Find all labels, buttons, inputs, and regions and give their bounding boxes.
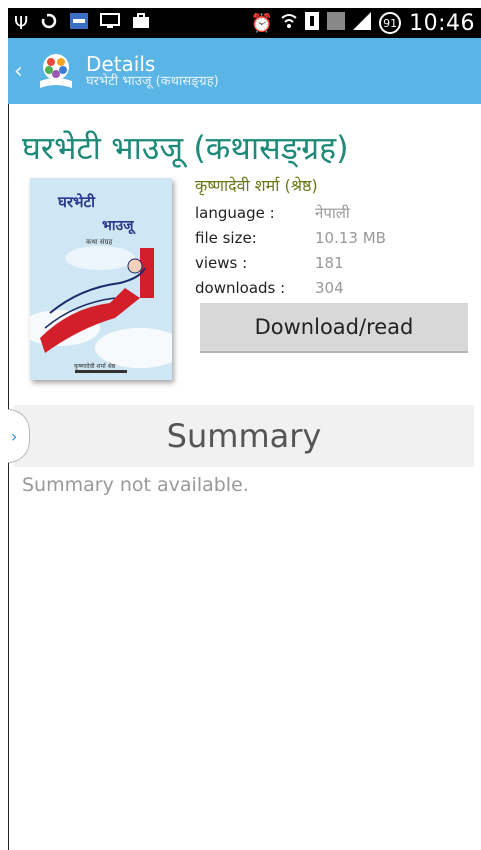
battery-icon: 91	[379, 12, 402, 34]
status-bar: Ψ ⏰ 91 10:46	[8, 8, 481, 38]
chevron-right-icon: ›	[11, 426, 18, 446]
screen-subtitle: घरभेटी भाउजू (कथासङ्ग्रह)	[86, 73, 219, 89]
meta-row-views: views : 181	[195, 250, 386, 275]
meta-label: language :	[195, 203, 275, 222]
sim-icon	[305, 11, 320, 35]
cover-subtitle: कथा संग्रह	[86, 238, 113, 246]
summary-heading: Summary	[166, 417, 322, 455]
data-icon	[327, 11, 346, 35]
meta-label: file size:	[195, 228, 257, 247]
book-meta: कृष्णादेवी शर्मा (श्रेष्ठ) language : ने…	[195, 174, 386, 300]
meta-value: नेपाली	[315, 203, 350, 222]
chevron-left-icon[interactable]: ‹	[14, 59, 28, 84]
screen-title: Details	[86, 51, 156, 76]
book-cover[interactable]: घरभेटी भाउजू कथा संग्रह कृष्णादेवी शर्मा…	[30, 178, 172, 380]
briefcase-icon	[132, 12, 150, 34]
cover-author: कृष्णादेवी शर्मा श्रेष्ठ	[74, 363, 116, 370]
summary-header[interactable]: Summary	[14, 405, 474, 467]
status-time: 10:46	[409, 10, 475, 36]
meta-label: downloads :	[195, 278, 286, 297]
cover-title-line2: भाउजू	[102, 218, 134, 234]
signal-icon	[353, 11, 372, 35]
book-author[interactable]: कृष्णादेवी शर्मा (श्रेष्ठ)	[195, 174, 386, 196]
monitor-icon	[100, 12, 121, 34]
book-title: घरभेटी भाउजू (कथासङ्ग्रह)	[22, 129, 349, 167]
meta-row-file-size: file size: 10.13 MB	[195, 225, 386, 250]
meta-value: 181	[315, 253, 344, 272]
meta-label: views :	[195, 253, 248, 272]
alarm-icon: ⏰	[250, 12, 274, 34]
summary-text: Summary not available.	[22, 474, 249, 496]
sync-icon	[40, 12, 58, 35]
meta-value: 10.13 MB	[315, 228, 386, 247]
app-notification-icon	[70, 12, 89, 34]
app-logo-icon[interactable]	[36, 51, 76, 91]
meta-row-language: language : नेपाली	[195, 200, 386, 225]
cover-title-line1: घरभेटी	[58, 193, 95, 211]
usb-icon: Ψ	[14, 12, 29, 34]
meta-value: 304	[315, 278, 344, 297]
action-bar: ‹ Details घरभेटी भाउजू (कथासङ्ग्रह)	[8, 38, 481, 104]
meta-row-downloads: downloads : 304	[195, 275, 386, 300]
wifi-icon	[281, 13, 297, 34]
download-read-button[interactable]: Download/read	[200, 303, 468, 353]
